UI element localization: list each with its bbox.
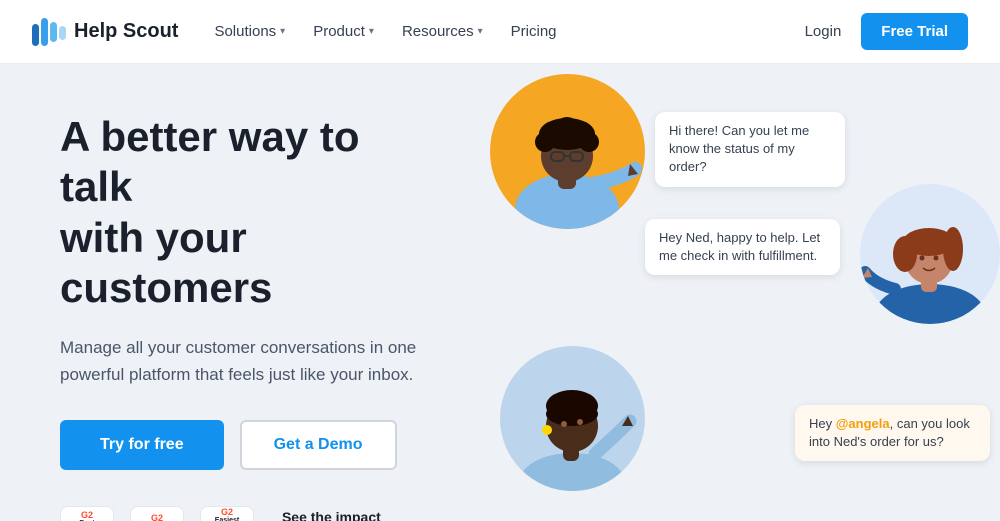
try-free-button[interactable]: Try for free: [60, 420, 224, 470]
badge-best-usability: G2 BestUsability WINTER 2023: [60, 506, 114, 521]
hero-left: A better way to talk with your customers…: [0, 64, 480, 521]
nav-right: Login Free Trial: [805, 13, 968, 50]
impact-title: See the impact: [282, 509, 432, 521]
impact-block: See the impact View customer stories ›: [282, 509, 432, 521]
hero-heading: A better way to talk with your customers: [60, 112, 432, 314]
illustration-person-top: [490, 74, 645, 229]
chevron-down-icon: ▾: [280, 26, 285, 37]
nav-pricing[interactable]: Pricing: [511, 23, 557, 40]
navigation: Help Scout Solutions ▾ Product ▾ Resourc…: [0, 0, 1000, 64]
hero-section: A better way to talk with your customers…: [0, 64, 1000, 521]
nav-solutions[interactable]: Solutions ▾: [214, 23, 285, 40]
logo-icon: [32, 18, 66, 46]
free-trial-button[interactable]: Free Trial: [861, 13, 968, 50]
badges-row: G2 BestUsability WINTER 2023 G2 Leader W…: [60, 506, 432, 521]
chat-bubble-2: Hey Ned, happy to help. Let me check in …: [645, 219, 840, 275]
login-link[interactable]: Login: [805, 23, 842, 40]
nav-product[interactable]: Product ▾: [313, 23, 374, 40]
nav-resources[interactable]: Resources ▾: [402, 23, 483, 40]
chevron-down-icon: ▾: [478, 26, 483, 37]
hero-right: Hi there! Can you let me know the status…: [480, 64, 1000, 521]
illustration-person-bottom: [500, 346, 645, 491]
logo-text: Help Scout: [74, 20, 178, 43]
chevron-down-icon: ▾: [369, 26, 374, 37]
nav-links: Solutions ▾ Product ▾ Resources ▾ Pricin…: [214, 23, 804, 40]
logo[interactable]: Help Scout: [32, 18, 178, 46]
chat-bubble-3: Hey @angela, can you look into Ned's ord…: [795, 405, 990, 461]
hero-subtext: Manage all your customer conversations i…: [60, 334, 420, 388]
hero-buttons: Try for free Get a Demo: [60, 420, 432, 470]
badge-easiest-setup: G2 EasiestSetup Mid-MarketWINTER 2023: [200, 506, 254, 521]
badge-leader: G2 Leader WINTER 2023: [130, 506, 184, 521]
get-demo-button[interactable]: Get a Demo: [240, 420, 397, 470]
chat-bubble-1: Hi there! Can you let me know the status…: [655, 112, 845, 187]
illustration-person-right: [860, 184, 1000, 324]
